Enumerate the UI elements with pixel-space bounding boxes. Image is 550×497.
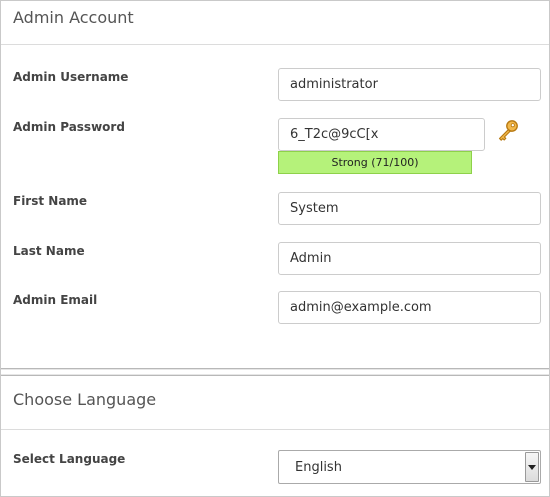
- admin-password-input[interactable]: [278, 118, 485, 151]
- language-select-value: English: [295, 460, 342, 475]
- select-language-label: Select Language: [13, 452, 126, 466]
- last-name-input[interactable]: [278, 242, 541, 275]
- choose-language-heading: Choose Language: [13, 390, 157, 409]
- language-select[interactable]: English: [278, 450, 541, 484]
- divider: [1, 44, 549, 45]
- divider: [1, 429, 549, 430]
- password-strength-meter: Strong (71/100): [278, 151, 472, 174]
- admin-account-heading: Admin Account: [13, 8, 134, 27]
- chevron-down-icon[interactable]: [525, 452, 539, 482]
- installer-panel: Admin Account Admin Username Admin Passw…: [0, 0, 550, 497]
- first-name-input[interactable]: [278, 192, 541, 225]
- admin-email-input[interactable]: [278, 291, 541, 324]
- section-divider: [1, 368, 549, 376]
- first-name-label: First Name: [13, 194, 88, 208]
- last-name-label: Last Name: [13, 244, 85, 258]
- admin-password-label: Admin Password: [13, 120, 125, 134]
- key-icon[interactable]: [496, 118, 520, 142]
- admin-username-input[interactable]: [278, 68, 541, 101]
- admin-email-label: Admin Email: [13, 293, 98, 307]
- admin-username-label: Admin Username: [13, 70, 129, 84]
